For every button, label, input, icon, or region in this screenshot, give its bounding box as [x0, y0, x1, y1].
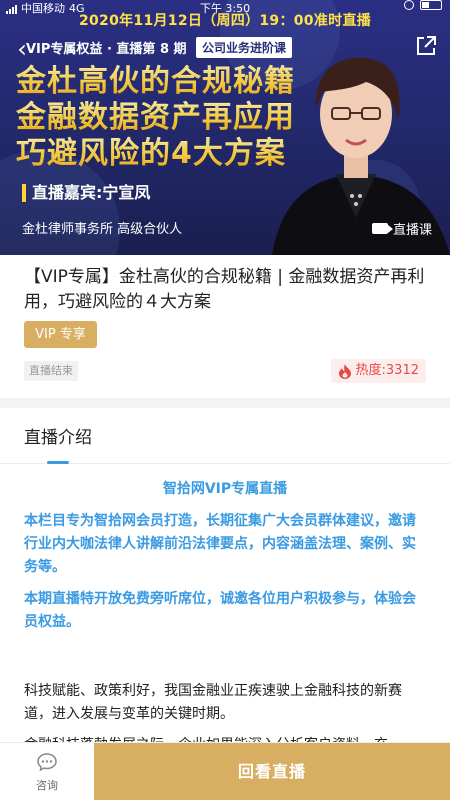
intro-paragraph-1: 本栏目专为智拾网会员打造，长期征集广大会员群体建议，邀请行业内大咖法律人讲解前沿… [24, 513, 416, 575]
rotation-lock-icon [404, 0, 414, 10]
headline-line-3: 巧避风险的4大方案 [16, 136, 286, 171]
tab-active-indicator [47, 461, 69, 464]
guest-org: 金杜律师事务所 高级合伙人 [22, 222, 183, 237]
chat-bubble-icon [37, 753, 57, 772]
replay-live-button[interactable]: 回看直播 [94, 743, 450, 800]
live-status-tag: 直播结束 [24, 361, 78, 381]
heat-value: 热度:3312 [355, 363, 419, 378]
live-course-badge: 直播课 [371, 219, 432, 238]
vip-series-tag: VIP专属权益 · 直播第 8 期 [26, 42, 187, 57]
consult-button[interactable]: 咨询 [0, 743, 94, 800]
live-course-label: 直播课 [392, 223, 432, 238]
schedule-text: 2020年11月12日（周四）19：00准时直播 [78, 13, 372, 29]
consult-label: 咨询 [36, 779, 58, 792]
tab-live-intro[interactable]: 直播介绍 [24, 423, 92, 448]
intro-paragraph-2: 本期直播特开放免费旁听席位，诚邀各位用户积极参与，体验会员权益。 [24, 591, 416, 630]
battery-icon [420, 0, 442, 10]
course-banner: 中国移动 4G 下午 3:50 2020年11月12日（周四）19：00准时直播… [0, 0, 450, 255]
flame-icon [338, 364, 351, 379]
headline-line-2: 金融数据资产再应用 [16, 100, 295, 135]
headline-line-1: 金杜高伙的合规秘籍 [16, 64, 295, 99]
section-divider [0, 398, 450, 408]
heat-badge: 热度:3312 [330, 359, 426, 383]
vip-exclusive-badge: VIP 专享 [24, 321, 97, 348]
guest-name: 直播嘉宾:宁宣凤 [22, 184, 150, 202]
video-camera-icon [371, 223, 393, 234]
course-title: 【VIP专属】金杜高伙的合规秘籍 | 金融数据资产再利用，巧避风险的４大方案 [24, 267, 425, 312]
intro-heading: 智拾网VIP专属直播 [162, 481, 288, 497]
bottom-action-bar: 咨询 回看直播 [0, 742, 450, 800]
body-paragraph-1: 科技赋能、政策利好，我国金融业正疾速驶上金融科技的新赛道，进入发展与变革的关键时… [24, 683, 402, 722]
